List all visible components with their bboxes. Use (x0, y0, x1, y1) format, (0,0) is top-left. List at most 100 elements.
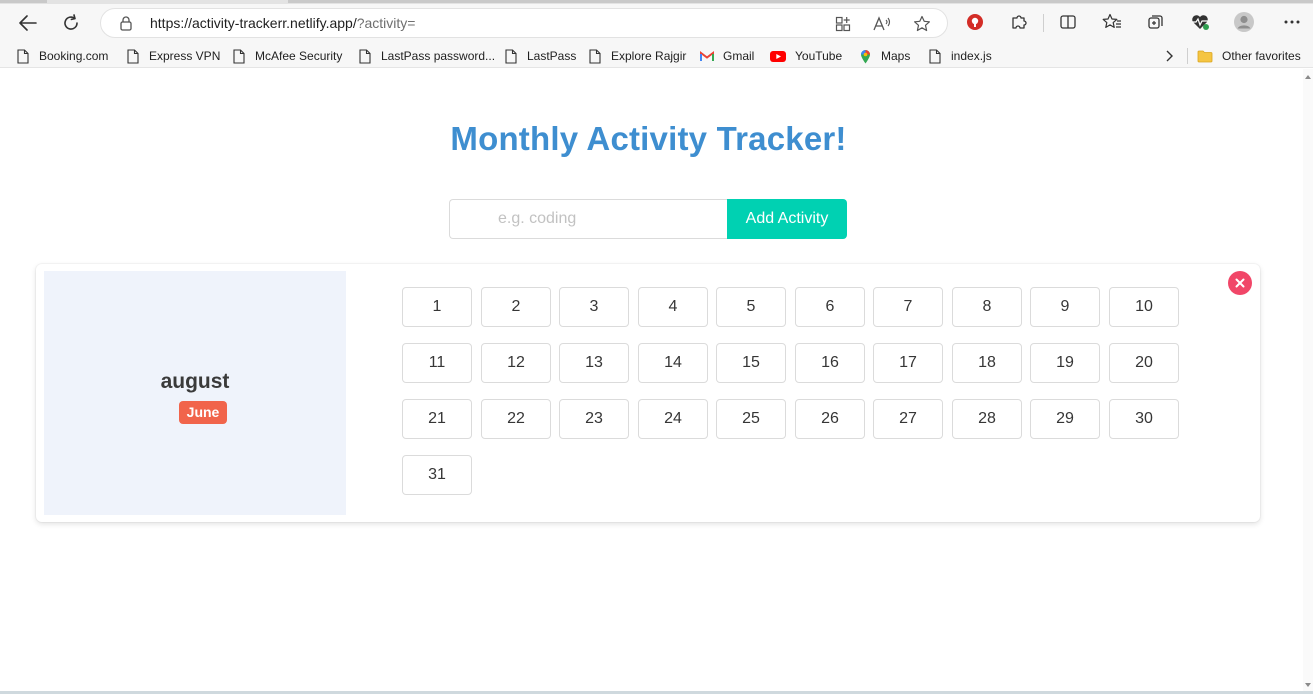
day-button[interactable]: 20 (1109, 343, 1179, 383)
day-button[interactable]: 30 (1109, 399, 1179, 439)
back-arrow-icon[interactable] (14, 10, 42, 36)
bookmarks-bar: Booking.com Express VPN McAfee Security … (0, 44, 1313, 68)
day-button[interactable]: 28 (952, 399, 1022, 439)
scroll-up-icon[interactable] (1305, 75, 1311, 79)
bookmark-label: Maps (881, 49, 911, 63)
other-favorites-label: Other favorites (1222, 49, 1301, 63)
split-screen-icon[interactable] (1057, 11, 1079, 33)
day-button[interactable]: 8 (952, 287, 1022, 327)
day-button[interactable]: 16 (795, 343, 865, 383)
bookmark-explore-rajgir[interactable]: Explore Rajgir (588, 48, 686, 64)
other-favorites-folder[interactable]: Other favorites (1197, 48, 1301, 64)
delete-activity-button[interactable] (1228, 271, 1252, 295)
page-icon (358, 48, 372, 64)
day-button[interactable]: 23 (559, 399, 629, 439)
maps-icon (858, 48, 872, 64)
day-button[interactable]: 26 (795, 399, 865, 439)
bookmark-lastpass[interactable]: LastPass (504, 48, 576, 64)
browser-toolbar: https://activity-trackerr.netlify.app/?a… (0, 0, 1313, 44)
day-button[interactable]: 18 (952, 343, 1022, 383)
puzzle-icon[interactable] (1008, 11, 1030, 33)
page-icon (928, 48, 942, 64)
bookmark-label: Gmail (723, 49, 755, 63)
day-button[interactable]: 4 (638, 287, 708, 327)
star-icon[interactable] (913, 15, 931, 33)
day-button[interactable]: 14 (638, 343, 708, 383)
bookmark-youtube[interactable]: YouTube (770, 48, 842, 64)
bookmark-gmail[interactable]: Gmail (700, 48, 754, 64)
bookmarks-divider (1187, 48, 1188, 64)
day-button[interactable]: 13 (559, 343, 629, 383)
bookmark-maps[interactable]: Maps (858, 48, 910, 64)
tab-indicator (288, 0, 1313, 3)
day-button[interactable]: 11 (402, 343, 472, 383)
heartbeat-icon[interactable] (1189, 11, 1211, 33)
day-button[interactable]: 29 (1030, 399, 1100, 439)
lastpass-extension-icon[interactable] (964, 11, 986, 33)
day-button[interactable]: 15 (716, 343, 786, 383)
day-button[interactable]: 27 (873, 399, 943, 439)
page-content: Monthly Activity Tracker! Add Activity a… (0, 69, 1313, 694)
tab-strip (0, 0, 1313, 4)
youtube-icon (770, 48, 786, 64)
day-button[interactable]: 24 (638, 399, 708, 439)
bookmark-label: YouTube (795, 49, 843, 63)
day-button[interactable]: 9 (1030, 287, 1100, 327)
avatar-icon[interactable] (1233, 11, 1255, 33)
add-activity-button[interactable]: Add Activity (727, 199, 847, 239)
refresh-icon[interactable] (57, 10, 85, 36)
bookmark-label: Explore Rajgir (611, 49, 687, 63)
folder-icon (1197, 48, 1213, 64)
activity-input[interactable] (449, 199, 728, 239)
activity-name: august (160, 370, 230, 393)
page-icon (588, 48, 602, 64)
page-icon (126, 48, 140, 64)
day-button[interactable]: 12 (481, 343, 551, 383)
bookmark-express-vpn[interactable]: Express VPN (126, 48, 220, 64)
page-title: Monthly Activity Tracker! (450, 120, 847, 157)
scroll-down-icon[interactable] (1305, 683, 1311, 687)
more-icon[interactable] (1281, 11, 1303, 33)
day-button[interactable]: 19 (1030, 343, 1100, 383)
bookmark-label: Booking.com (39, 49, 109, 63)
day-button[interactable]: 5 (716, 287, 786, 327)
page-icon (504, 48, 518, 64)
day-button[interactable]: 25 (716, 399, 786, 439)
bookmark-lastpass-password[interactable]: LastPass password... (358, 48, 495, 64)
address-bar[interactable]: https://activity-trackerr.netlify.app/?a… (100, 8, 948, 38)
bookmark-label: McAfee Security (255, 49, 343, 63)
month-tag: June (179, 401, 227, 424)
activity-info-panel: august June (44, 271, 346, 515)
bookmark-booking[interactable]: Booking.com (16, 48, 108, 64)
activity-card: august June 1 2 3 4 5 6 7 8 9 10 11 12 13 14 15 16 17 18 1… (36, 264, 1260, 522)
bookmark-label: Express VPN (149, 49, 221, 63)
toolbar-divider (1043, 14, 1044, 32)
lock-icon[interactable] (118, 15, 134, 31)
day-button[interactable]: 2 (481, 287, 551, 327)
day-button[interactable]: 21 (402, 399, 472, 439)
chevron-right-icon[interactable] (1164, 48, 1174, 64)
bookmark-label: index.js (951, 49, 992, 63)
bookmark-index-js[interactable]: index.js (928, 48, 992, 64)
read-aloud-icon[interactable] (873, 15, 891, 33)
bookmark-mcafee[interactable]: McAfee Security (232, 48, 342, 64)
day-button[interactable]: 22 (481, 399, 551, 439)
day-button[interactable]: 10 (1109, 287, 1179, 327)
day-button[interactable]: 1 (402, 287, 472, 327)
favorites-icon[interactable] (1101, 11, 1123, 33)
day-button[interactable]: 31 (402, 455, 472, 495)
tab-indicator (0, 0, 47, 3)
close-icon (1235, 278, 1245, 288)
gmail-icon (700, 48, 714, 64)
collections-icon[interactable] (1145, 11, 1167, 33)
day-button[interactable]: 7 (873, 287, 943, 327)
bookmark-label: LastPass password... (381, 49, 496, 63)
apps-icon[interactable] (834, 15, 852, 33)
day-button[interactable]: 17 (873, 343, 943, 383)
page-icon (232, 48, 246, 64)
day-button[interactable]: 3 (559, 287, 629, 327)
page-icon (16, 48, 30, 64)
page-scrollbar[interactable] (1303, 69, 1313, 691)
day-button[interactable]: 6 (795, 287, 865, 327)
url-text[interactable]: https://activity-trackerr.netlify.app/?a… (150, 15, 415, 31)
